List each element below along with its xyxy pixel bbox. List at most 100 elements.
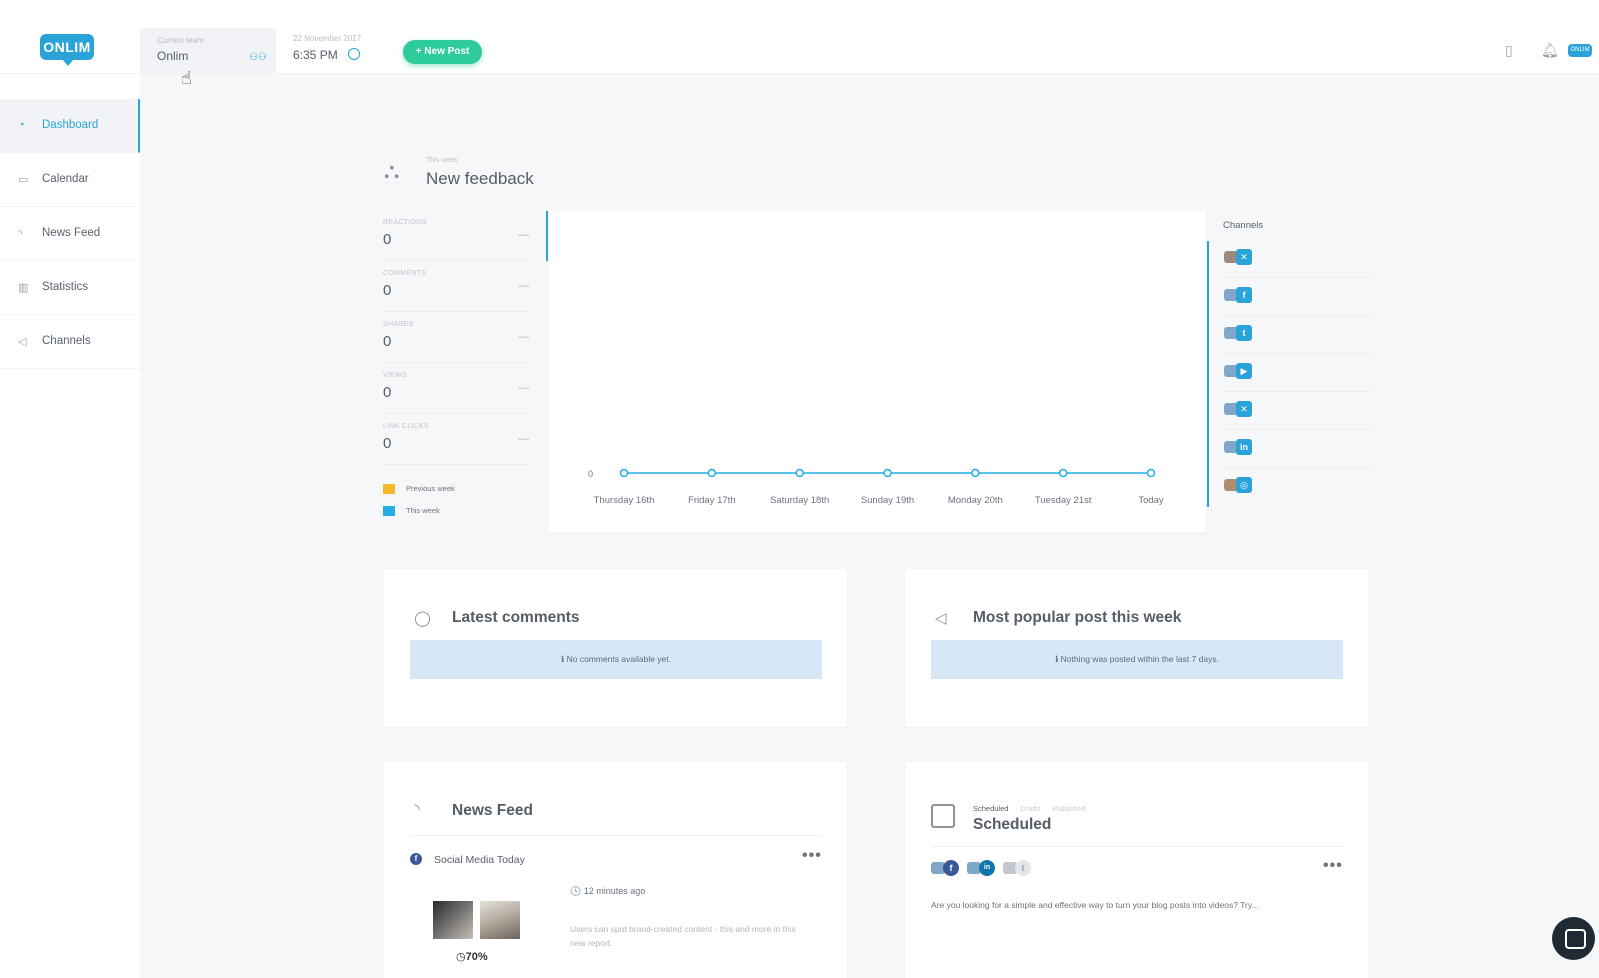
linkedin-icon: in xyxy=(979,860,995,876)
tab-scheduled[interactable]: Scheduled xyxy=(973,804,1008,813)
channel-youtube-icon: ▶ xyxy=(1224,363,1254,379)
channel-item[interactable]: in xyxy=(1222,430,1372,468)
metric-value: 0 xyxy=(383,282,392,299)
metric-reactions[interactable]: REACTIONS 0 — xyxy=(383,211,529,261)
clock-icon[interactable] xyxy=(348,48,360,60)
team-users-icon: ⚇⚇ xyxy=(249,52,267,63)
line-chart: 0 Thursday 16th Friday 17th Saturday 18th Su… xyxy=(588,468,1164,506)
channels-accent xyxy=(1207,241,1209,507)
feedback-subtitle: This week xyxy=(426,157,458,164)
scheduled-channels: f in t xyxy=(931,860,1051,878)
new-post-button[interactable]: + New Post xyxy=(403,40,482,64)
metric-value: 0 xyxy=(383,384,392,401)
x-tick-label: Friday 17th xyxy=(688,495,736,506)
megaphone-icon: ◁ xyxy=(935,610,947,627)
data-point[interactable] xyxy=(971,468,980,478)
x-tick-label: Saturday 18th xyxy=(770,495,829,506)
date-label: 22 November 2017 xyxy=(293,34,362,43)
channel-xing-icon: ✕ xyxy=(1224,249,1254,265)
channel-item[interactable]: ▶ xyxy=(1222,354,1372,392)
divider xyxy=(410,835,822,836)
book-icon[interactable]: ▯ xyxy=(1505,42,1513,59)
chart-icon: ▥ xyxy=(18,282,29,294)
scheduled-card: Scheduled Drafts Published Scheduled f i… xyxy=(905,762,1368,978)
feedback-chart: 0 Thursday 16th Friday 17th Saturday 18th Su… xyxy=(549,211,1206,532)
channel-xing-icon: ✕ xyxy=(1224,401,1254,417)
metric-value: 0 xyxy=(383,435,392,452)
legend-label: This week xyxy=(406,506,440,515)
comment-icon: ◯ xyxy=(414,610,431,627)
metric-views[interactable]: VIEWS 0 — xyxy=(383,364,529,414)
x-tick-label: Thursday 16th xyxy=(594,495,655,506)
sidebar-item-calendar[interactable]: ▭ Calendar xyxy=(0,153,140,207)
bell-icon[interactable]: 🔔︎ xyxy=(1541,42,1559,59)
metric-link-clicks[interactable]: LINK CLICKS 0 — xyxy=(383,415,529,465)
legend-previous-week: Previous week xyxy=(383,484,455,495)
channel-item[interactable]: ✕ xyxy=(1222,240,1372,278)
chat-button[interactable] xyxy=(1552,917,1595,960)
legend-this-week: This week xyxy=(383,506,440,517)
data-point[interactable] xyxy=(707,468,717,478)
metric-label: LINK CLICKS xyxy=(383,423,430,430)
feed-image[interactable] xyxy=(433,901,473,939)
metric-shares[interactable]: SHARES 0 — xyxy=(383,313,529,363)
more-options-icon[interactable]: ••• xyxy=(802,847,822,865)
facebook-icon: f xyxy=(943,860,959,876)
data-point[interactable] xyxy=(1146,468,1156,478)
sidebar-item-channels[interactable]: ◁ Channels xyxy=(0,315,140,369)
more-options-icon[interactable]: ••• xyxy=(1323,857,1343,875)
hand-cursor-icon: ☝ xyxy=(181,68,192,88)
tab-published[interactable]: Published xyxy=(1053,804,1086,813)
chart-left-accent xyxy=(546,211,548,261)
data-point[interactable] xyxy=(619,468,629,478)
sidebar-item-statistics[interactable]: ▥ Statistics xyxy=(0,261,140,315)
metric-value: 0 xyxy=(383,231,392,248)
feed-source[interactable]: Social Media Today xyxy=(434,854,525,866)
x-tick-label: Today xyxy=(1138,495,1164,506)
latest-comments-card: ◯ Latest comments ℹ No comments availabl… xyxy=(384,569,847,727)
rss-icon: ◝ xyxy=(414,801,420,818)
channel-item[interactable]: t xyxy=(1222,316,1372,354)
info-message: ℹ No comments available yet. xyxy=(410,640,822,679)
team-value: Onlim xyxy=(157,49,189,63)
feed-text[interactable]: Users can spot brand-created content - t… xyxy=(570,922,810,950)
metric-comments[interactable]: COMMENTS 0 — xyxy=(383,262,529,312)
sidebar-item-label: Channels xyxy=(42,335,91,347)
metric-trend: — xyxy=(518,280,529,292)
data-point[interactable] xyxy=(1058,468,1068,478)
rss-icon: ◝ xyxy=(18,228,23,240)
onlim-logo[interactable]: ONLIM xyxy=(40,34,94,66)
data-point[interactable] xyxy=(795,468,804,478)
divider xyxy=(931,846,1343,847)
channel-item[interactable]: ◎ xyxy=(1222,468,1372,506)
legend-label: Previous week xyxy=(406,484,455,493)
channel-facebook-icon: f xyxy=(1224,287,1254,303)
metric-value: 0 xyxy=(383,333,392,350)
sidebar-item-news-feed[interactable]: ◝ News Feed xyxy=(0,207,140,261)
facebook-icon: f xyxy=(410,853,422,865)
y-tick-label: 0 xyxy=(588,469,593,479)
twitter-icon: t xyxy=(1015,860,1031,876)
legend-swatch-previous xyxy=(383,484,395,495)
metric-label: REACTIONS xyxy=(383,219,427,226)
metric-trend: — xyxy=(518,433,529,445)
data-point[interactable] xyxy=(883,468,892,478)
calendar-clock-icon xyxy=(931,804,955,828)
metric-trend: — xyxy=(518,382,529,394)
channel-item[interactable]: ✕ xyxy=(1222,392,1372,430)
card-title: Latest comments xyxy=(452,609,580,626)
tab-drafts[interactable]: Drafts xyxy=(1021,804,1041,813)
calendar-icon: ▭ xyxy=(18,174,29,186)
metric-trend: — xyxy=(518,331,529,343)
feed-image[interactable] xyxy=(480,901,520,939)
sidebar-item-label: Dashboard xyxy=(42,119,99,131)
scheduled-text[interactable]: Are you looking for a simple and effecti… xyxy=(931,900,1259,910)
sidebar-item-label: Statistics xyxy=(42,281,89,293)
team-selector[interactable]: Current team Onlim ⚇⚇ xyxy=(140,28,276,74)
feed-badge: ◷70% xyxy=(456,951,488,963)
sidebar-item-label: News Feed xyxy=(42,227,101,239)
avatar[interactable]: ONLIM xyxy=(1568,44,1592,57)
channel-item[interactable]: f xyxy=(1222,278,1372,316)
feedback-title: New feedback xyxy=(426,169,534,188)
sidebar-item-dashboard[interactable]: ◔ Dashboard xyxy=(0,99,140,153)
